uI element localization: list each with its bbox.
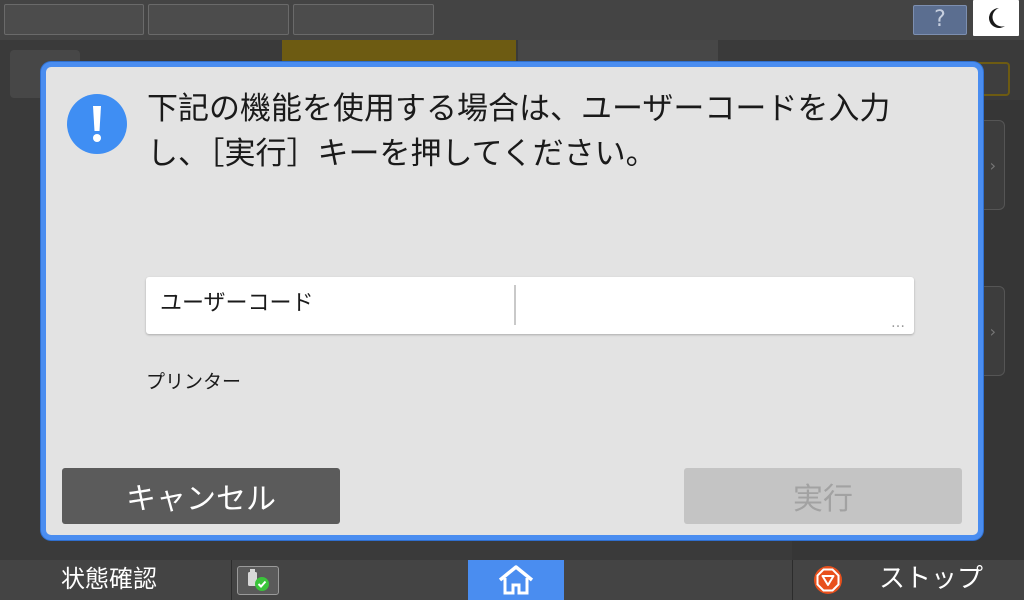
top-bar: ? xyxy=(0,0,1024,40)
chevron-right-icon: › xyxy=(989,155,996,175)
exclamation-glyph xyxy=(93,106,101,142)
status-check-button[interactable]: 状態確認 xyxy=(0,560,231,600)
user-code-label: ユーザーコード xyxy=(160,291,314,316)
stop-label: ストップ xyxy=(879,564,984,594)
moon-icon xyxy=(989,8,1005,28)
cancel-button[interactable]: キャンセル xyxy=(62,468,340,524)
dialog-message-line-2: し、［実行］キーを押してください。 xyxy=(147,136,657,172)
energy-saver-button[interactable] xyxy=(973,0,1019,36)
dialog-message-line-1: 下記の機能を使用する場合は、ユーザーコードを入力 xyxy=(147,91,891,127)
dialog-message: 下記の機能を使用する場合は、ユーザーコードを入力 し、［実行］キーを押してくださ… xyxy=(147,87,947,177)
home-icon xyxy=(498,565,534,595)
home-button[interactable] xyxy=(468,560,564,600)
more-icon: … xyxy=(891,315,906,331)
user-code-input[interactable] xyxy=(518,277,910,334)
user-code-dialog: 下記の機能を使用する場合は、ユーザーコードを入力 し、［実行］キーを押してくださ… xyxy=(41,62,983,540)
exclamation-icon xyxy=(67,94,127,154)
execute-button[interactable]: 実行 xyxy=(684,468,962,524)
help-button[interactable]: ? xyxy=(913,5,967,35)
divider xyxy=(231,560,232,600)
background-tab-active xyxy=(282,40,516,62)
help-icon: ? xyxy=(934,7,946,32)
stop-button[interactable]: ストップ xyxy=(793,560,1024,600)
job-status-button[interactable] xyxy=(237,566,279,595)
top-slot-1[interactable] xyxy=(4,4,144,35)
stop-icon xyxy=(814,566,842,594)
chevron-right-icon: › xyxy=(989,321,996,341)
bottom-bar: 状態確認 ストップ xyxy=(0,560,1024,600)
printer-job-ok-icon xyxy=(248,568,269,591)
function-name: プリンター xyxy=(146,371,242,393)
user-code-field[interactable]: ユーザーコード … xyxy=(146,277,914,334)
top-slot-3[interactable] xyxy=(293,4,434,35)
field-divider xyxy=(514,285,516,325)
background-tab xyxy=(518,40,718,62)
top-slot-2[interactable] xyxy=(148,4,289,35)
status-check-label: 状態確認 xyxy=(61,565,157,593)
